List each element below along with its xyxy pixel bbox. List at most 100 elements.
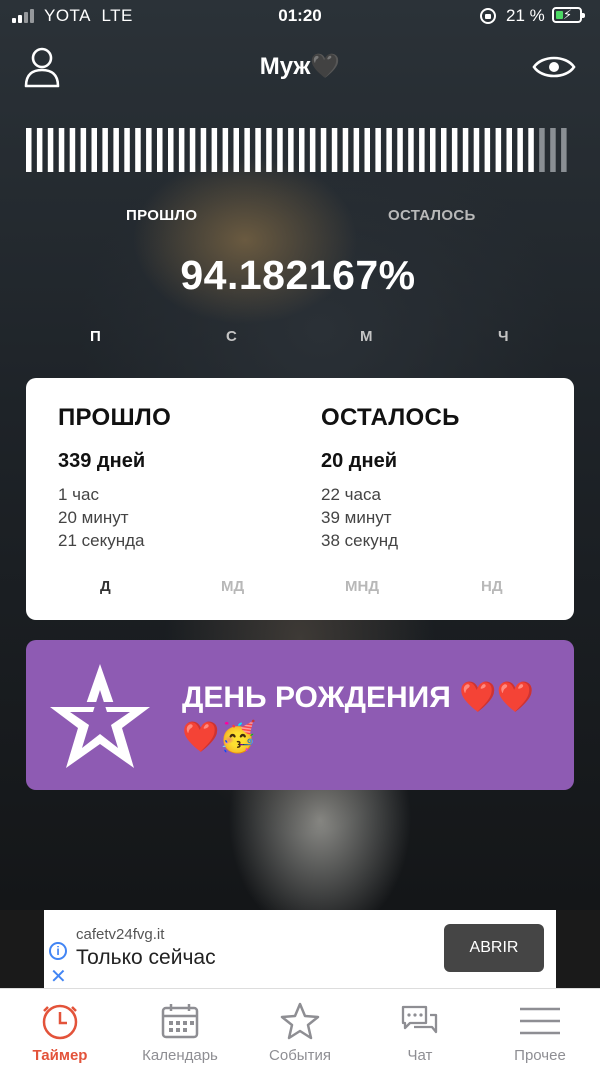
tab-label: Таймер	[32, 1047, 88, 1064]
stripe-filled	[484, 128, 491, 172]
card-tab-d[interactable]: Д	[100, 578, 111, 595]
stripe-filled	[419, 128, 425, 172]
stripe-filled	[364, 128, 370, 172]
battery-percent: 21 %	[506, 6, 545, 25]
stripe-filled	[168, 128, 174, 172]
tab-label: Прочее	[514, 1047, 566, 1064]
star-icon	[280, 1002, 320, 1040]
tab-label: Чат	[407, 1047, 433, 1064]
stripe-filled	[91, 128, 97, 172]
main-screen: YOTA LTE 01:20 21 % ⚡ Муж🖤 ПРОШЛО ОСТАЛО…	[0, 0, 600, 910]
unit-m[interactable]: М	[360, 328, 373, 345]
battery-icon: ⚡	[552, 7, 585, 23]
unit-s[interactable]: С	[226, 328, 237, 345]
ad-domain: cafetv24fvg.it	[76, 926, 165, 943]
stripe-filled	[157, 128, 163, 172]
stripe-filled	[309, 128, 316, 172]
tab-label: События	[269, 1047, 331, 1064]
tab-label: Календарь	[142, 1047, 218, 1064]
passed-heading: ПРОШЛО	[58, 404, 172, 431]
close-icon[interactable]: ✕	[50, 964, 67, 989]
left-days: 20 дней	[321, 450, 397, 472]
tab-events[interactable]: События	[240, 989, 360, 1066]
tab-more[interactable]: Прочее	[480, 989, 600, 1066]
calendar-icon	[161, 1004, 199, 1039]
stripe-filled	[430, 128, 436, 172]
progress-stripes	[26, 128, 567, 172]
stripe-filled	[408, 128, 414, 172]
passed-seconds: 21 секунда	[58, 531, 145, 550]
tab-calendar[interactable]: Календарь	[120, 989, 240, 1066]
ad-banner[interactable]: i ✕ cafetv24fvg.it Только сейчас ABRIR	[44, 910, 556, 988]
eye-icon[interactable]	[532, 52, 576, 82]
stripe-filled	[146, 128, 152, 172]
stripe-filled	[244, 128, 250, 172]
stripe-filled	[222, 128, 229, 172]
stripe-filled	[211, 128, 218, 172]
stripe-filled	[353, 128, 360, 172]
stripe-filled	[451, 128, 458, 172]
stripe-filled	[58, 128, 65, 172]
stripe-filled	[342, 128, 349, 172]
stripe-filled	[397, 128, 403, 172]
ad-open-button[interactable]: ABRIR	[444, 924, 544, 972]
chat-icon	[401, 1005, 438, 1034]
percent-value: 94.182167%	[180, 252, 416, 298]
stripe-filled	[69, 128, 76, 172]
stripe-filled	[189, 128, 196, 172]
rotation-lock-icon	[480, 8, 496, 24]
event-title: ДЕНЬ РОЖДЕНИЯ ❤️❤️❤️🥳	[182, 681, 534, 754]
stripe-filled	[375, 128, 381, 172]
stripe-filled	[299, 128, 305, 172]
stripe-filled	[233, 128, 239, 172]
tab-timer[interactable]: Таймер	[0, 989, 120, 1066]
stripe-filled	[506, 128, 512, 172]
left-seconds: 38 секунд	[321, 531, 399, 550]
card-tab-nd[interactable]: НД	[481, 578, 503, 595]
info-icon[interactable]: i	[49, 942, 67, 960]
stripe-filled	[102, 128, 108, 172]
stripe-filled	[517, 128, 523, 172]
stripe-filled	[473, 128, 480, 172]
left-hours: 22 часа	[321, 485, 381, 504]
stripe-empty	[539, 128, 545, 172]
ad-title: Только сейчас	[76, 946, 216, 969]
left-heading: ОСТАЛОСЬ	[321, 404, 460, 431]
passed-minutes: 20 минут	[58, 508, 129, 527]
stripe-filled	[266, 128, 272, 172]
tab-chat[interactable]: Чат	[360, 989, 480, 1066]
stripe-filled	[288, 128, 294, 172]
stripe-filled	[178, 128, 185, 172]
stripe-filled	[277, 128, 283, 172]
time-card: ПРОШЛО 339 дней 1 час 20 минут 21 секунд…	[26, 378, 574, 620]
card-tab-md[interactable]: МД	[221, 578, 244, 595]
page-title: Муж🖤	[259, 53, 341, 80]
stripe-filled	[47, 128, 54, 172]
stripe-filled	[331, 128, 338, 172]
card-tab-mnd[interactable]: МНД	[345, 578, 379, 595]
tab-bar: Таймер Календарь События Чат Прочее	[0, 988, 600, 1066]
unit-ch[interactable]: Ч	[498, 328, 509, 345]
event-banner[interactable]: ДЕНЬ РОЖДЕНИЯ ❤️❤️❤️🥳	[26, 640, 574, 790]
toggle-left[interactable]: ОСТАЛОСЬ	[388, 207, 476, 224]
status-bar: YOTA LTE 01:20 21 % ⚡	[0, 0, 600, 34]
stripe-filled	[255, 128, 261, 172]
stripe-filled	[441, 128, 447, 172]
toggle-passed[interactable]: ПРОШЛО	[126, 207, 197, 224]
stripe-filled	[528, 128, 534, 172]
left-column: ОСТАЛОСЬ 20 дней 22 часа 39 минут 38 сек…	[321, 404, 460, 552]
stripe-filled	[495, 128, 502, 172]
stripe-filled	[386, 128, 392, 172]
clock-icon	[42, 1004, 78, 1040]
star-emblem-icon	[44, 664, 156, 768]
stripe-filled	[320, 128, 327, 172]
stripe-filled	[200, 128, 207, 172]
stripe-filled	[462, 128, 469, 172]
passed-days: 339 дней	[58, 450, 146, 472]
stripe-filled	[26, 128, 32, 172]
passed-hours: 1 час	[58, 485, 99, 504]
left-minutes: 39 минут	[321, 508, 392, 527]
passed-column: ПРОШЛО 339 дней 1 час 20 минут 21 секунд…	[58, 404, 171, 552]
stripe-filled	[135, 128, 141, 172]
unit-p[interactable]: П	[90, 328, 101, 345]
